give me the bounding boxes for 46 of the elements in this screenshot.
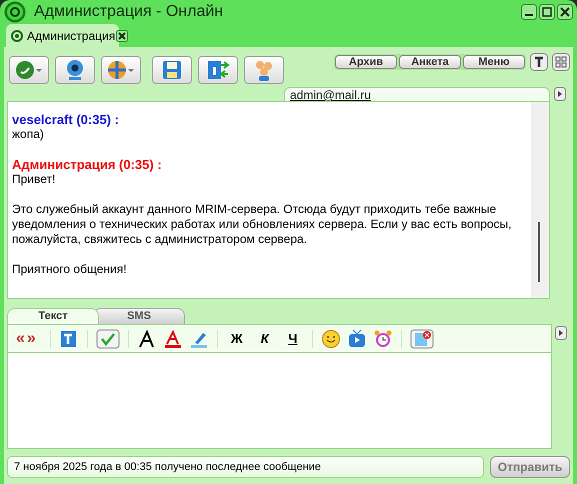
font-icon[interactable]	[136, 328, 157, 348]
close-icon[interactable]	[557, 4, 573, 20]
underline-button[interactable]: Ч	[282, 328, 304, 348]
message-input[interactable]	[8, 353, 551, 448]
message-header: veselcraft (0:35) :	[12, 112, 120, 127]
bold-button[interactable]: Ж	[226, 328, 248, 348]
contacts-button[interactable]	[244, 56, 284, 84]
scrollbar[interactable]	[531, 102, 549, 298]
minimize-icon[interactable]	[521, 4, 537, 20]
globe-button[interactable]	[101, 56, 141, 84]
chat-tab[interactable]: Администрация	[6, 24, 120, 47]
font-color-icon[interactable]	[162, 328, 183, 348]
text-style-icon[interactable]	[58, 328, 79, 348]
toolbar-button[interactable]: Анкета	[399, 55, 461, 69]
scroll-right-icon[interactable]	[554, 87, 566, 101]
close-icon[interactable]	[116, 30, 128, 42]
clear-icon[interactable]	[410, 328, 434, 348]
alarm-clock-icon[interactable]	[372, 328, 393, 348]
smiley-icon[interactable]	[320, 328, 341, 348]
spellcheck-icon[interactable]	[96, 328, 120, 348]
phone-icon	[15, 60, 43, 80]
contact-email-link[interactable]: admin@mail.ru	[290, 88, 371, 102]
message-text: Привет!	[12, 172, 56, 187]
globe-icon	[107, 60, 135, 80]
webcam-button[interactable]	[55, 56, 95, 84]
toolbar-button[interactable]: Архив	[335, 55, 397, 69]
italic-button[interactable]: К	[254, 328, 276, 348]
window-title: Администрация - Онлайн	[34, 2, 224, 22]
toolbar-button[interactable]: Меню	[463, 55, 525, 69]
call-button[interactable]	[9, 56, 49, 84]
contact-info-button[interactable]	[198, 56, 238, 84]
webcam-icon	[65, 59, 85, 81]
tv-icon[interactable]	[346, 328, 367, 348]
message-text: Это служебный аккаунт данного MRIM-сервера. Отсюда будут приходить тебе важные уведомления о технических работах или обновлениях сервера. Если у вас есть вопросы, пожалуйста, свяжитесь с администратором сервера.	[12, 202, 513, 247]
status-bar: 7 ноября 2025 года в 00:35 получено последнее сообщение	[7, 456, 484, 478]
message-text: Приятного общения!	[12, 262, 128, 277]
quote-button[interactable]: «»	[12, 326, 42, 350]
scroll-right-icon[interactable]	[555, 326, 567, 340]
message-text: жопа)	[12, 127, 45, 142]
input-tab[interactable]: Текст	[7, 308, 99, 324]
layout-icon[interactable]	[552, 53, 570, 71]
info-card-icon	[206, 59, 230, 81]
app-logo-icon	[4, 1, 26, 23]
save-button[interactable]	[152, 56, 192, 84]
maximize-icon[interactable]	[539, 4, 555, 20]
message-header: Администрация (0:35) :	[12, 157, 163, 172]
